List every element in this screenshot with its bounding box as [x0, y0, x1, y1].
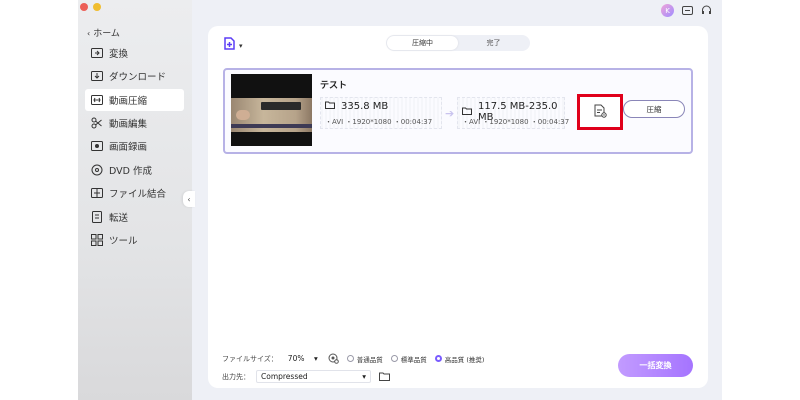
folder-icon[interactable]: [379, 372, 390, 381]
close-window-button[interactable]: [80, 3, 88, 11]
video-thumbnail[interactable]: [231, 74, 312, 146]
chevron-left-icon: ‹: [187, 194, 191, 204]
sidebar-item-label: ダウンロード: [109, 72, 167, 83]
file-item-card: テスト 335.8 MB ・AVI ・1920*1080 ・00:04:37 ➔…: [223, 68, 693, 154]
sidebar-item-compress[interactable]: 動画圧縮: [85, 89, 184, 111]
radio-label: 普通品質: [356, 355, 383, 364]
download-icon: [91, 70, 103, 82]
quality-high-radio[interactable]: 高品質 (推奨): [434, 354, 485, 364]
chevron-down-icon: ▾: [362, 372, 366, 381]
output-folder-value: Compressed: [261, 372, 308, 381]
output-info: 117.5 MB-235.0 MB ・AVI ・1920*1080 ・00:04…: [457, 97, 569, 129]
source-size: 335.8 MB: [341, 101, 389, 112]
sidebar-item-merge[interactable]: ファイル結合: [85, 182, 184, 204]
quality-normal-radio[interactable]: 普通品質: [346, 354, 383, 364]
target-settings-icon[interactable]: [328, 353, 339, 364]
top-right-toolbar: K: [661, 4, 712, 17]
sidebar-item-download[interactable]: ダウンロード: [85, 65, 184, 87]
merge-icon: [91, 187, 103, 199]
sidebar-item-label: 画面録画: [109, 142, 148, 153]
folder-icon: [462, 107, 472, 118]
file-title: テスト: [320, 81, 348, 91]
chevron-down-icon: ▾: [314, 354, 318, 363]
batch-convert-button[interactable]: 一括変換: [618, 354, 693, 377]
sidebar-item-screen-record[interactable]: 画面録画: [85, 135, 184, 157]
chevron-left-icon: ‹: [87, 29, 91, 38]
sidebar: ‹ ホーム 変換 ダウンロード 動画圧縮 動画編集 画面録画 DVD 作成 ファイ…: [78, 0, 192, 400]
avatar[interactable]: K: [661, 4, 674, 17]
sidebar-item-label: DVD 作成: [109, 166, 152, 177]
sidebar-item-convert[interactable]: 変換: [85, 42, 184, 64]
chevron-down-icon: ▾: [239, 41, 243, 50]
radio-label: 高品質 (推奨): [444, 355, 485, 364]
scissors-icon: [91, 117, 103, 129]
arrow-right-icon: ➔: [445, 107, 455, 120]
headset-icon[interactable]: [700, 5, 712, 17]
sidebar-item-transfer[interactable]: 転送: [85, 206, 184, 228]
sidebar-item-edit[interactable]: 動画編集: [85, 112, 184, 134]
compress-button[interactable]: 圧縮: [623, 100, 685, 118]
radio-label: 標準品質: [400, 355, 427, 364]
minimize-window-button[interactable]: [93, 3, 101, 11]
collapse-sidebar-button[interactable]: ‹: [183, 191, 195, 207]
home-label: ホーム: [93, 29, 120, 39]
file-size-select[interactable]: 70% ▾: [283, 352, 322, 365]
message-icon[interactable]: [681, 5, 693, 17]
radio-circle: [434, 355, 442, 362]
file-settings-icon: [594, 103, 607, 122]
file-size-value: 70%: [287, 354, 305, 363]
screen-record-icon: [91, 140, 103, 152]
app-window: ‹ ホーム 変換 ダウンロード 動画圧縮 動画編集 画面録画 DVD 作成 ファイ…: [78, 0, 722, 400]
file-size-label: ファイルサイズ：: [222, 354, 278, 363]
thumbnail-keyboard: [261, 102, 301, 110]
transfer-icon: [91, 211, 103, 223]
sidebar-item-label: 変換: [109, 49, 129, 60]
tools-icon: [91, 234, 103, 246]
tab-completed[interactable]: 完了: [458, 36, 529, 50]
thumbnail-hand: [236, 110, 250, 120]
output-meta: ・AVI ・1920*1080 ・00:04:37: [462, 118, 570, 126]
quality-standard-radio[interactable]: 標準品質: [390, 354, 427, 364]
dvd-icon: [91, 164, 103, 176]
sidebar-item-label: ツール: [109, 236, 138, 247]
main-panel: ▾ 圧縮中 完了 テスト 335.8 MB ・AVI ・1920*1080 ・0…: [208, 26, 708, 388]
home-link[interactable]: ‹ ホーム: [87, 26, 120, 39]
source-meta: ・AVI ・1920*1080 ・00:04:37: [325, 118, 433, 126]
sidebar-item-dvd[interactable]: DVD 作成: [85, 159, 184, 181]
compress-icon: [91, 94, 103, 106]
convert-icon: [91, 47, 103, 59]
sidebar-item-label: 動画圧縮: [109, 96, 148, 107]
radio-circle: [346, 355, 354, 362]
sidebar-item-tools[interactable]: ツール: [85, 229, 184, 251]
output-folder-label: 出力先：: [222, 372, 250, 381]
sidebar-item-label: 転送: [109, 213, 129, 224]
sidebar-item-label: 動画編集: [109, 119, 148, 130]
add-file-icon: [223, 36, 237, 55]
folder-icon: [325, 101, 335, 112]
output-folder-select[interactable]: Compressed ▾: [256, 370, 371, 383]
tab-compressing[interactable]: 圧縮中: [387, 36, 458, 50]
status-tabs: 圧縮中 完了: [386, 35, 530, 51]
bottom-settings-bar: ファイルサイズ： 70% ▾ 普通品質 標準品質 高品質 (推奨) 出力先： Co…: [208, 340, 708, 388]
sidebar-item-label: ファイル結合: [109, 189, 167, 200]
source-info: 335.8 MB ・AVI ・1920*1080 ・00:04:37: [320, 97, 442, 129]
radio-circle: [390, 355, 398, 362]
thumbnail-strip: [231, 124, 312, 128]
compression-settings-button[interactable]: [577, 94, 623, 130]
add-file-button[interactable]: ▾: [223, 36, 243, 55]
